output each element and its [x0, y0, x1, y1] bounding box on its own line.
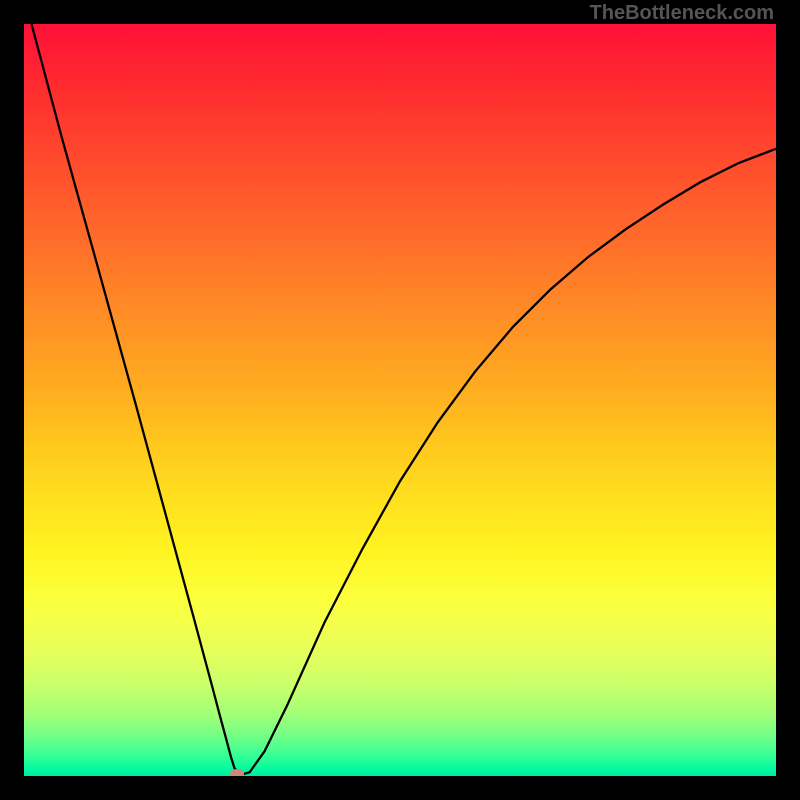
plot-area	[24, 24, 776, 776]
chart-frame	[0, 0, 800, 800]
bottleneck-curve	[32, 24, 776, 775]
watermark-text: TheBottleneck.com	[590, 2, 774, 25]
curve-svg	[24, 24, 776, 776]
optimal-point-marker	[230, 769, 244, 776]
